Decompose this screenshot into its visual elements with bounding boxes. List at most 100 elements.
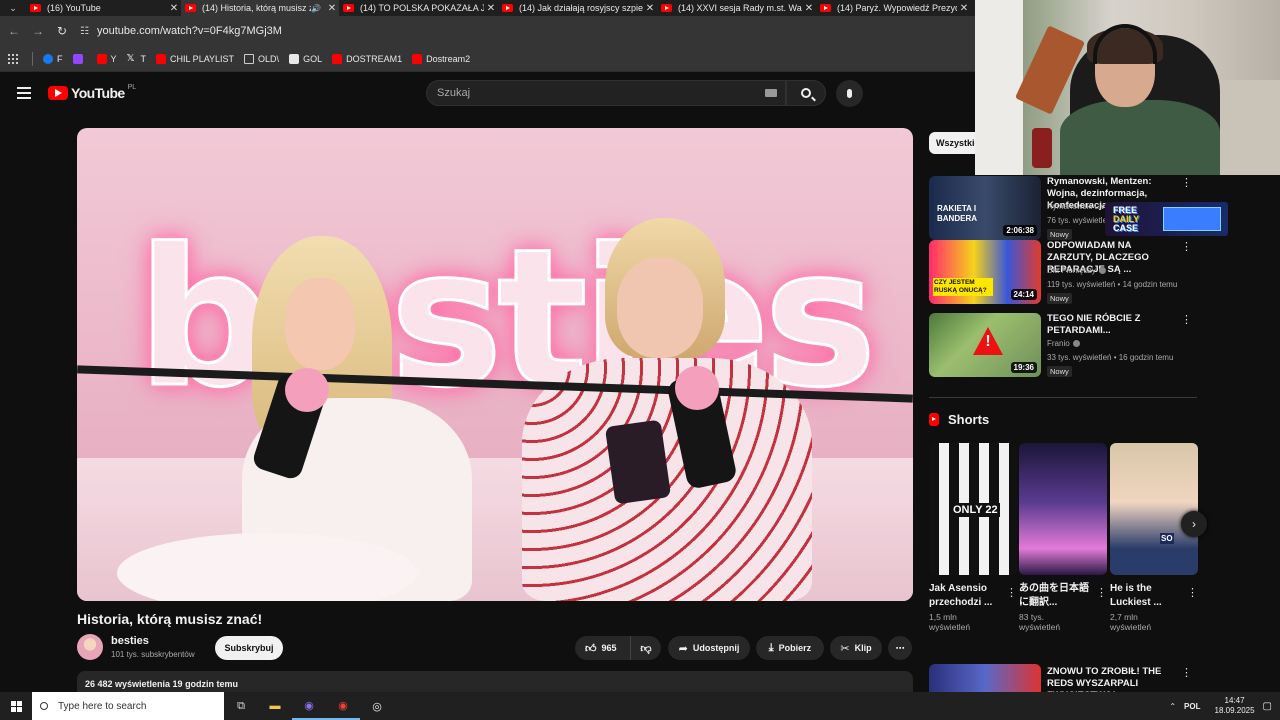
share-icon: ➦ <box>678 642 688 655</box>
more-vertical-icon[interactable]: ⋮ <box>1181 666 1191 679</box>
webcam-overlay <box>975 0 1280 175</box>
mic-windscreen-left <box>285 368 329 412</box>
clip-button[interactable]: ✂ Klip <box>830 636 882 660</box>
search-placeholder: Szukaj <box>437 87 471 99</box>
youtube-icon <box>96 53 107 64</box>
short-thumbnail[interactable]: ONLY 22 <box>929 443 1017 575</box>
like-count: 965 <box>601 643 617 653</box>
bookmark-item[interactable]: DOSTREAM1 <box>332 53 402 64</box>
taskbar-search-input[interactable]: Type here to search <box>32 692 224 720</box>
voice-search-button[interactable] <box>836 80 863 107</box>
clock-time: 14:47 <box>1224 696 1245 705</box>
download-button[interactable]: ⤓ Pobierz <box>756 636 824 660</box>
short-thumbnail[interactable] <box>1019 443 1107 575</box>
video-meta: 76 tys. wyświetleń <box>1047 216 1112 225</box>
download-icon: ⤓ <box>768 641 774 654</box>
tab-youtube-home[interactable]: (16) YouTube ✕ <box>26 0 181 16</box>
task-view-button[interactable]: ⧉ <box>224 692 258 720</box>
apps-grid-icon[interactable] <box>8 53 18 64</box>
chevron-up-icon[interactable]: ⌃ <box>1169 702 1176 711</box>
video-player[interactable]: besties <box>77 128 913 601</box>
shorts-next-button[interactable]: › <box>1181 511 1207 537</box>
short-thumbnail[interactable]: SO <box>1110 443 1198 575</box>
close-icon[interactable]: ✕ <box>802 3 816 14</box>
site-info-icon[interactable]: ☷ <box>80 26 89 37</box>
bookmark-item[interactable]: GOL <box>289 53 323 64</box>
more-vertical-icon[interactable]: ⋮ <box>1181 313 1192 326</box>
bookmark-item[interactable]: 𝕏T <box>127 53 147 64</box>
channel-avatar[interactable] <box>77 634 103 660</box>
clock[interactable]: 14:47 18.09.2025 <box>1215 696 1255 716</box>
tab-video[interactable]: (14) TO POLSKA POKAZAŁA JA ✕ <box>339 0 498 16</box>
video-thumbnail[interactable]: CZY JESTEM RUSKĄ ONUCĄ? 24:14 <box>929 240 1041 304</box>
filter-chip-all[interactable]: Wszystkie <box>929 132 981 154</box>
verified-check-icon <box>1072 340 1080 348</box>
video-thumbnail[interactable]: ! 19:36 <box>929 313 1041 377</box>
notifications-icon[interactable]: ▢ <box>1263 701 1272 712</box>
share-button[interactable]: ➦ Udostępnij <box>668 636 750 660</box>
more-vertical-icon[interactable]: ⋮ <box>1181 176 1192 189</box>
app-button[interactable]: ◎ <box>360 692 394 720</box>
tab-video[interactable]: (14) Paryż. Wypowiedź Prezyde ✕ <box>816 0 971 16</box>
recommended-video[interactable]: ! 19:36 TEGO NIE RÓBCIE Z PETARDAMI... F… <box>929 313 1192 377</box>
bookmark-item[interactable]: CHIL PLAYLIST <box>156 53 234 64</box>
dislike-button[interactable]: 👎︎ <box>631 642 661 655</box>
back-arrow-icon[interactable]: ← <box>2 24 26 38</box>
video-thumbnail[interactable] <box>929 664 1041 692</box>
video-title[interactable]: ZNOWU TO ZROBIŁ! THE REDS WYSZARPALI ZWY… <box>1047 666 1179 692</box>
speaker-icon[interactable]: 🔊 <box>311 4 321 13</box>
youtube-favicon-icon <box>820 4 831 12</box>
file-explorer-button[interactable]: ▬ <box>258 692 292 720</box>
tab-active-video[interactable]: (14) Historia, którą musisz z 🔊 ✕ <box>181 0 339 16</box>
short-title[interactable]: Jak Asensio przechodzi ... <box>929 582 1001 610</box>
more-vertical-icon[interactable]: ⋮ <box>1006 586 1017 599</box>
channel-name[interactable]: Franio <box>1047 339 1080 348</box>
tab-search-button[interactable]: ⌄ <box>0 0 26 16</box>
close-icon[interactable]: ✕ <box>957 3 971 14</box>
video-thumbnail[interactable]: RAKIETA I BANDERA 2:06:38 <box>929 176 1041 240</box>
close-icon[interactable]: ✕ <box>484 3 498 14</box>
input-language[interactable]: POL <box>1184 702 1200 711</box>
gol-icon <box>289 53 300 64</box>
chrome-button[interactable]: ◉ <box>326 692 360 720</box>
recommended-video[interactable]: CZY JESTEM RUSKĄ ONUCĄ? 24:14 ODPOWIADAM… <box>929 240 1192 304</box>
close-icon[interactable]: ✕ <box>167 3 181 14</box>
keyboard-icon[interactable] <box>765 89 777 97</box>
short-item[interactable]: ONLY 22 Jak Asensio przechodzi ... 1,5 m… <box>929 443 1017 632</box>
like-button[interactable]: 👍︎ 965 <box>575 636 631 660</box>
short-item[interactable]: SO He is the Luckiest ... 2,7 mln wyświe… <box>1110 443 1198 632</box>
bookmark-item[interactable] <box>72 53 87 64</box>
search-input[interactable]: Szukaj <box>426 80 786 106</box>
bookmark-item[interactable]: Dostream2 <box>412 53 470 64</box>
channel-name[interactable]: Dla Pieniędzy <box>1047 266 1106 275</box>
video-title[interactable]: TEGO NIE RÓBCIE Z PETARDAMI... <box>1047 313 1179 337</box>
start-button[interactable] <box>0 692 32 720</box>
more-actions-button[interactable]: ⋯ <box>888 636 912 660</box>
search-button[interactable] <box>786 80 826 106</box>
short-item[interactable]: あの曲を日本語に翻訳... 83 tys. wyświetleń ⋮ <box>1019 443 1107 632</box>
menu-icon[interactable] <box>17 87 31 99</box>
short-title[interactable]: あの曲を日本語に翻訳... <box>1019 582 1091 610</box>
youtube-logo[interactable]: YouTube PL <box>48 84 136 101</box>
channel-name[interactable]: besties <box>111 635 149 647</box>
more-vertical-icon[interactable]: ⋮ <box>1096 586 1107 599</box>
subscribe-button[interactable]: Subskrybuj <box>215 636 283 660</box>
tab-video[interactable]: (14) Jak działają rosyjscy szpied ✕ <box>498 0 657 16</box>
forward-arrow-icon[interactable]: → <box>26 24 50 38</box>
channel-name[interactable]: Rymanowski Live <box>1047 202 1109 211</box>
recommended-video[interactable]: ZNOWU TO ZROBIŁ! THE REDS WYSZARPALI ZWY… <box>929 664 1191 692</box>
reload-icon[interactable]: ↻ <box>50 24 74 38</box>
app-button[interactable]: ◉ <box>292 692 326 720</box>
url-field[interactable]: ☷ youtube.com/watch?v=0F4kg7MGj3M <box>80 25 282 37</box>
tab-video[interactable]: (14) XXVI sesja Rady m.st. Wars ✕ <box>657 0 816 16</box>
short-title[interactable]: He is the Luckiest ... <box>1110 582 1182 610</box>
bookmark-folder[interactable]: OLD\ <box>244 53 279 64</box>
divider <box>929 397 1197 398</box>
bookmark-item[interactable]: F <box>43 53 63 64</box>
more-vertical-icon[interactable]: ⋮ <box>1181 240 1192 253</box>
bookmark-label: GOL <box>303 53 323 64</box>
more-vertical-icon[interactable]: ⋮ <box>1187 586 1198 599</box>
close-icon[interactable]: ✕ <box>325 3 339 14</box>
close-icon[interactable]: ✕ <box>643 3 657 14</box>
bookmark-item[interactable]: Y <box>96 53 117 64</box>
